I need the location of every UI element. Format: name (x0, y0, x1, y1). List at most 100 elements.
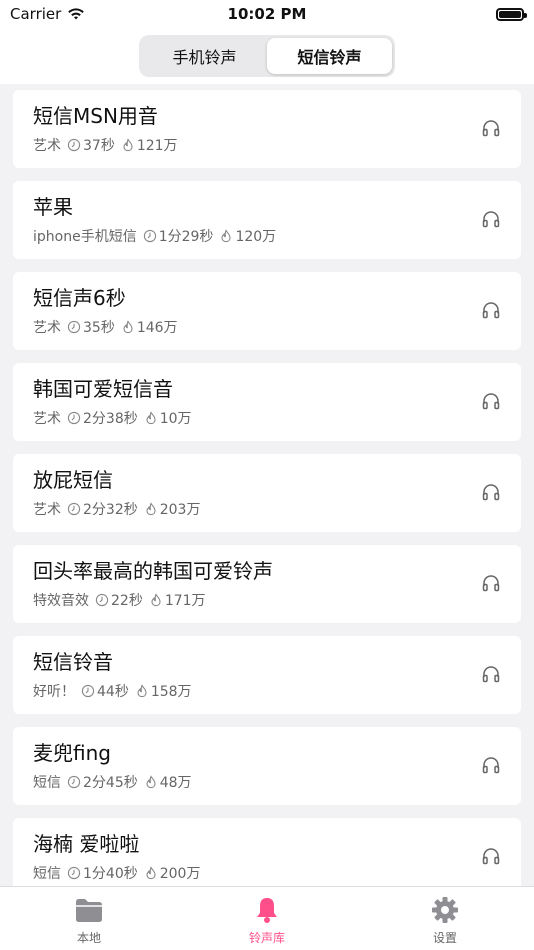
ringtone-duration: 35秒 (83, 320, 115, 336)
ringtone-meta: 特效音效 22秒 171万 (33, 591, 501, 609)
ringtone-title: 放屁短信 (33, 468, 113, 492)
duration-meta: 2分45秒 (67, 772, 138, 792)
header: 手机铃声 短信铃声 (0, 28, 534, 84)
list-item[interactable]: 短信MSN用音艺术 37秒 121万 (13, 90, 521, 168)
tab-settings[interactable]: 设置 (356, 887, 534, 950)
gear-icon (432, 897, 458, 923)
plays-meta: 10万 (144, 408, 192, 428)
duration-meta: 1分29秒 (143, 226, 214, 246)
ringtone-title: 短信MSN用音 (33, 104, 158, 128)
clock-icon (67, 866, 81, 880)
ringtone-plays: 48万 (159, 775, 192, 791)
folder-icon (76, 899, 102, 922)
headphones-icon[interactable] (481, 209, 501, 229)
flame-icon (151, 593, 161, 607)
list-item[interactable]: 短信铃音 好听！ 44秒 158万 (13, 636, 521, 714)
ringtone-meta: 艺术 2分32秒 203万 (33, 500, 501, 518)
list-item[interactable]: 回头率最高的韩国可爱铃声特效音效 22秒 171万 (13, 545, 521, 623)
ringtone-meta: 短信 1分40秒 200万 (33, 864, 501, 882)
ringtone-duration: 44秒 (97, 684, 129, 700)
ringtone-plays: 171万 (164, 593, 206, 609)
ringtone-category: 艺术 (33, 138, 61, 154)
ringtone-title: 回头率最高的韩国可爱铃声 (33, 559, 273, 583)
ringtone-title: 韩国可爱短信音 (33, 377, 173, 401)
ringtone-plays: 10万 (159, 411, 192, 427)
list-item[interactable]: 苹果 iphone手机短信 1分29秒 120万 (13, 181, 521, 259)
ringtone-meta: 短信 2分45秒 48万 (33, 773, 501, 791)
clock-icon (67, 502, 81, 516)
headphones-icon[interactable] (481, 846, 501, 866)
ringtone-title: 苹果 (33, 195, 73, 219)
ringtone-plays: 203万 (159, 502, 201, 518)
ringtone-plays: 158万 (150, 684, 192, 700)
ringtone-plays: 121万 (136, 138, 178, 154)
ringtone-list[interactable]: 短信MSN用音艺术 37秒 121万苹果 iphone手机短信 1分29秒 120万短信声… (0, 84, 534, 886)
segmented-control: 手机铃声 短信铃声 (139, 35, 395, 77)
plays-meta: 121万 (121, 135, 178, 155)
ringtone-duration: 2分38秒 (83, 411, 138, 427)
segment-phone-ringtones[interactable]: 手机铃声 (142, 38, 267, 74)
ringtone-category: 特效音效 (33, 593, 89, 609)
status-bar: Carrier 10:02 PM (0, 0, 534, 28)
battery-icon (496, 7, 527, 21)
duration-meta: 37秒 (67, 135, 115, 155)
flame-icon (123, 320, 133, 334)
ringtone-title: 海楠 爱啦啦 (33, 832, 140, 856)
flame-icon (146, 502, 156, 516)
ringtone-meta: 好听！ 44秒 158万 (33, 682, 501, 700)
plays-meta: 146万 (121, 317, 178, 337)
ringtone-meta: 艺术 35秒 146万 (33, 318, 501, 336)
tab-bar: 本地 铃声库 设置 (0, 886, 534, 950)
ringtone-plays: 120万 (235, 229, 277, 245)
duration-meta: 2分38秒 (67, 408, 138, 428)
duration-meta: 2分32秒 (67, 499, 138, 519)
clock-icon (67, 411, 81, 425)
list-item[interactable]: 海楠 爱啦啦短信 1分40秒 200万 (13, 818, 521, 886)
plays-meta: 200万 (144, 863, 201, 883)
ringtone-meta: 艺术 2分38秒 10万 (33, 409, 501, 427)
tab-ringtone-library[interactable]: 铃声库 (178, 887, 356, 950)
headphones-icon[interactable] (481, 664, 501, 684)
duration-meta: 44秒 (81, 681, 129, 701)
headphones-icon[interactable] (481, 391, 501, 411)
segment-sms-ringtones[interactable]: 短信铃声 (267, 38, 392, 74)
list-item[interactable]: 放屁短信艺术 2分32秒 203万 (13, 454, 521, 532)
flame-icon (146, 411, 156, 425)
flame-icon (146, 775, 156, 789)
headphones-icon[interactable] (481, 118, 501, 138)
ringtone-duration: 2分32秒 (83, 502, 138, 518)
ringtone-category: 短信 (33, 866, 61, 882)
list-item[interactable]: 短信声6秒艺术 35秒 146万 (13, 272, 521, 350)
ringtone-plays: 200万 (159, 866, 201, 882)
flame-icon (123, 138, 133, 152)
carrier-label: Carrier (10, 5, 62, 23)
headphones-icon[interactable] (481, 482, 501, 502)
ringtone-category: 艺术 (33, 411, 61, 427)
tab-local[interactable]: 本地 (0, 887, 178, 950)
ringtone-meta: 艺术 37秒 121万 (33, 136, 501, 154)
ringtone-title: 短信铃音 (33, 650, 113, 674)
headphones-icon[interactable] (481, 755, 501, 775)
clock-icon (81, 684, 95, 698)
list-item[interactable]: 韩国可爱短信音艺术 2分38秒 10万 (13, 363, 521, 441)
duration-meta: 35秒 (67, 317, 115, 337)
headphones-icon[interactable] (481, 300, 501, 320)
tab-label-settings: 设置 (432, 931, 457, 945)
clock-icon (67, 775, 81, 789)
clock-icon (67, 320, 81, 334)
wifi-icon (68, 8, 85, 20)
ringtone-title: 短信声6秒 (33, 286, 126, 310)
ringtone-duration: 22秒 (111, 593, 143, 609)
plays-meta: 48万 (144, 772, 192, 792)
ringtone-category: 艺术 (33, 320, 61, 336)
duration-meta: 22秒 (95, 590, 143, 610)
ringtone-category: 艺术 (33, 502, 61, 518)
clock-icon (67, 138, 81, 152)
ringtone-category: iphone手机短信 (33, 229, 137, 245)
list-item[interactable]: 麦兜fing 短信 2分45秒 48万 (13, 727, 521, 805)
ringtone-duration: 1分29秒 (158, 229, 214, 245)
ringtone-category: 短信 (33, 775, 61, 791)
tab-label-local: 本地 (76, 931, 101, 945)
headphones-icon[interactable] (481, 573, 501, 593)
clock-icon (143, 229, 156, 243)
